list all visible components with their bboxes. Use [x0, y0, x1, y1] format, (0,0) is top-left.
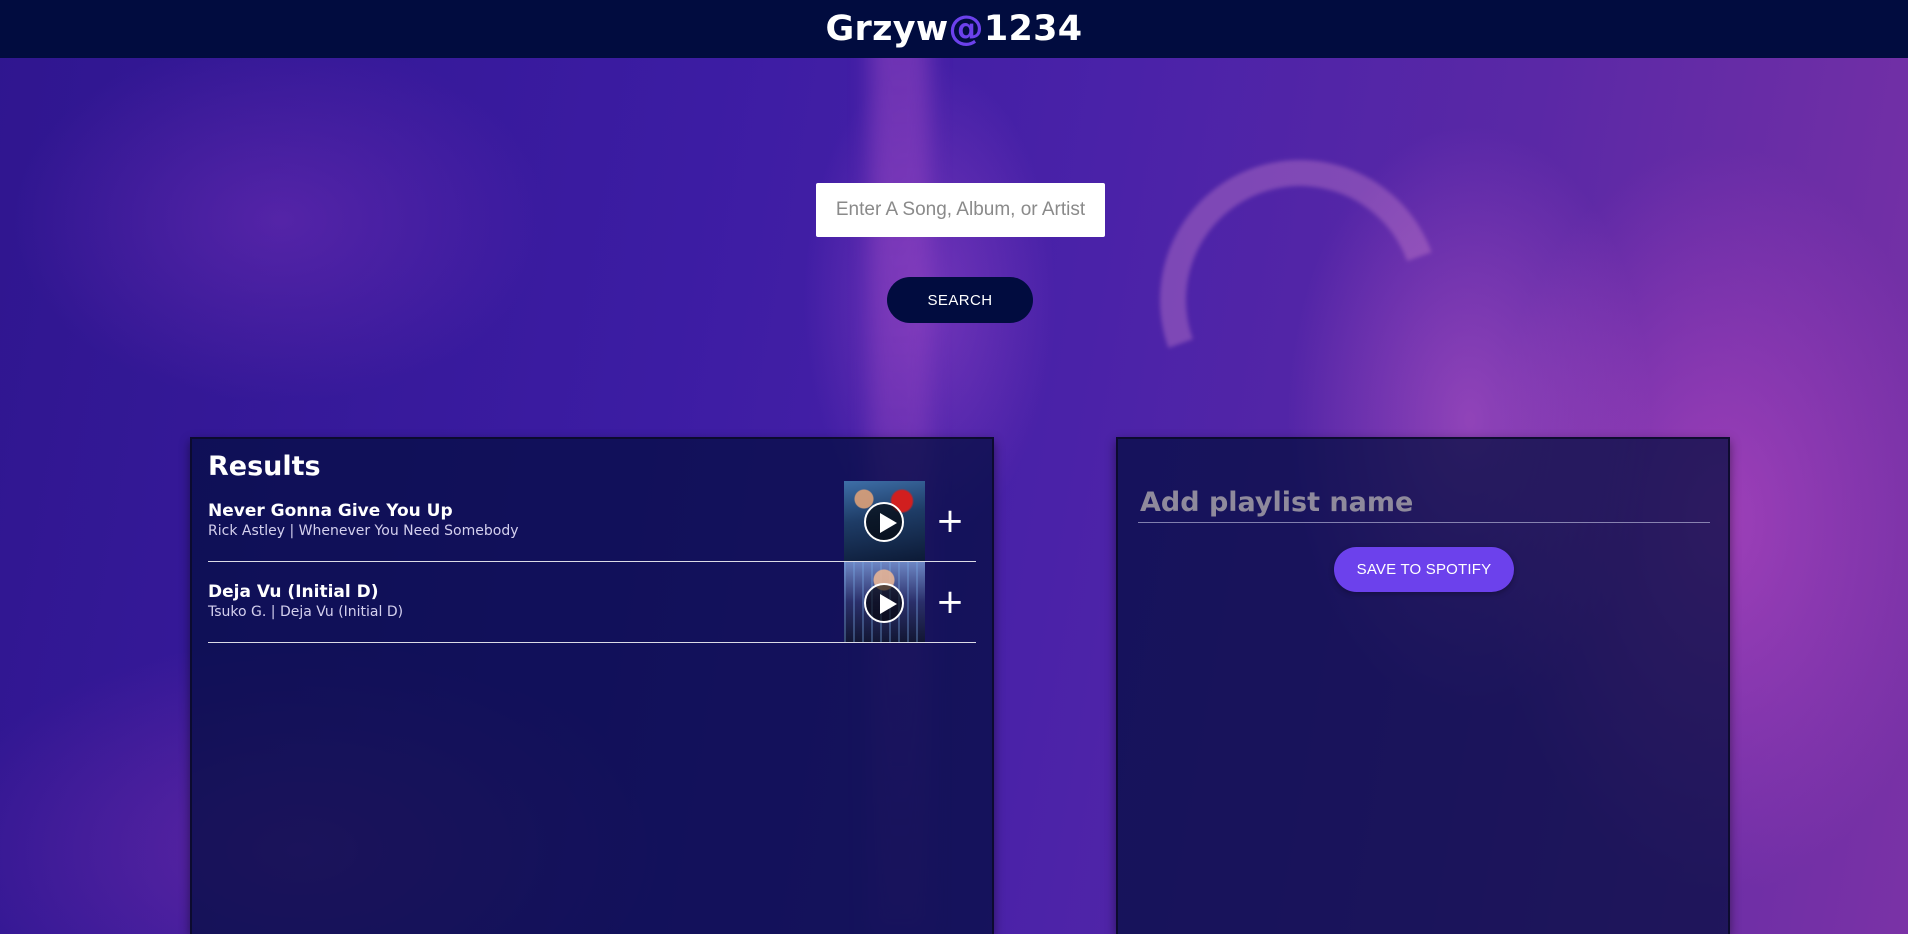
track-row: Deja Vu (Initial D) Tsuko G. | Deja Vu (… — [208, 562, 976, 643]
track-artist-album: Tsuko G. | Deja Vu (Initial D) — [208, 604, 404, 620]
track-name: Never Gonna Give You Up — [208, 501, 453, 521]
track-artist-album: Rick Astley | Whenever You Need Somebody — [208, 523, 519, 539]
app-title-prefix: Grzyw — [825, 9, 949, 49]
top-header: Grzyw@1234 — [0, 0, 1908, 58]
play-preview-button[interactable] — [864, 502, 904, 542]
save-to-spotify-button[interactable]: SAVE TO SPOTIFY — [1334, 547, 1514, 592]
album-art — [844, 562, 925, 642]
add-track-button[interactable]: + — [930, 580, 970, 624]
results-title: Results — [208, 451, 321, 482]
track-info: Never Gonna Give You Up Rick Astley | Wh… — [208, 501, 519, 540]
album-art — [844, 481, 925, 561]
search-button[interactable]: SEARCH — [887, 277, 1033, 323]
app-title: Grzyw@1234 — [826, 9, 1083, 49]
play-preview-button[interactable] — [864, 583, 904, 623]
search-input[interactable] — [816, 183, 1105, 237]
playlist-panel: SAVE TO SPOTIFY — [1116, 437, 1730, 934]
results-panel: Results Never Gonna Give You Up Rick Ast… — [190, 437, 994, 934]
app-title-suffix: 1234 — [983, 9, 1083, 49]
playlist-name-input[interactable] — [1138, 483, 1710, 523]
track-row: Never Gonna Give You Up Rick Astley | Wh… — [208, 481, 976, 562]
add-track-button[interactable]: + — [930, 499, 970, 543]
app-title-accent: @ — [948, 9, 984, 49]
track-info: Deja Vu (Initial D) Tsuko G. | Deja Vu (… — [208, 582, 403, 621]
track-name: Deja Vu (Initial D) — [208, 582, 379, 602]
